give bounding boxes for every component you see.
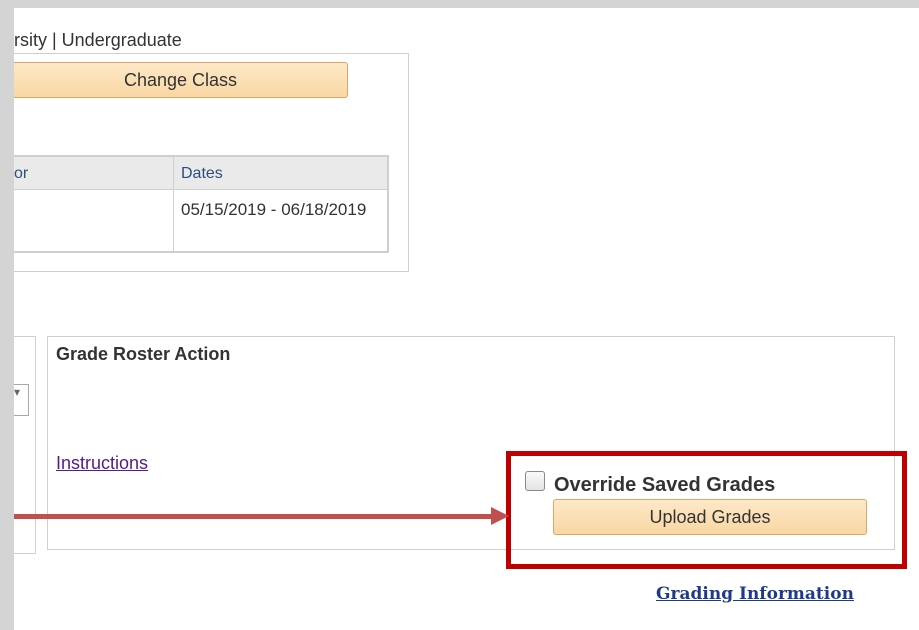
callout-highlight-box (506, 451, 907, 569)
column-divider (173, 157, 174, 251)
display-option-select[interactable]: ▾ (14, 384, 29, 416)
class-details-table: or Dates 05/15/2019 - 06/18/2019 (14, 155, 389, 253)
display-options-box (14, 336, 36, 554)
grade-roster-action-title: Grade Roster Action (56, 344, 231, 364)
chevron-down-icon: ▾ (14, 385, 21, 399)
change-class-button[interactable]: Change Class (14, 62, 348, 98)
instructor-column-header: or (14, 165, 29, 182)
dates-column-header: Dates (181, 165, 223, 182)
dates-cell: 05/15/2019 - 06/18/2019 (181, 200, 367, 219)
callout-arrow-head (491, 507, 509, 525)
window-left-border (0, 0, 14, 630)
instructions-link[interactable]: Instructions (56, 453, 148, 474)
callout-arrow-line (14, 514, 493, 519)
grading-information-link[interactable]: Grading Information (656, 584, 854, 604)
window-top-border (0, 0, 919, 8)
institution-career-label: rsity | Undergraduate (14, 30, 182, 50)
